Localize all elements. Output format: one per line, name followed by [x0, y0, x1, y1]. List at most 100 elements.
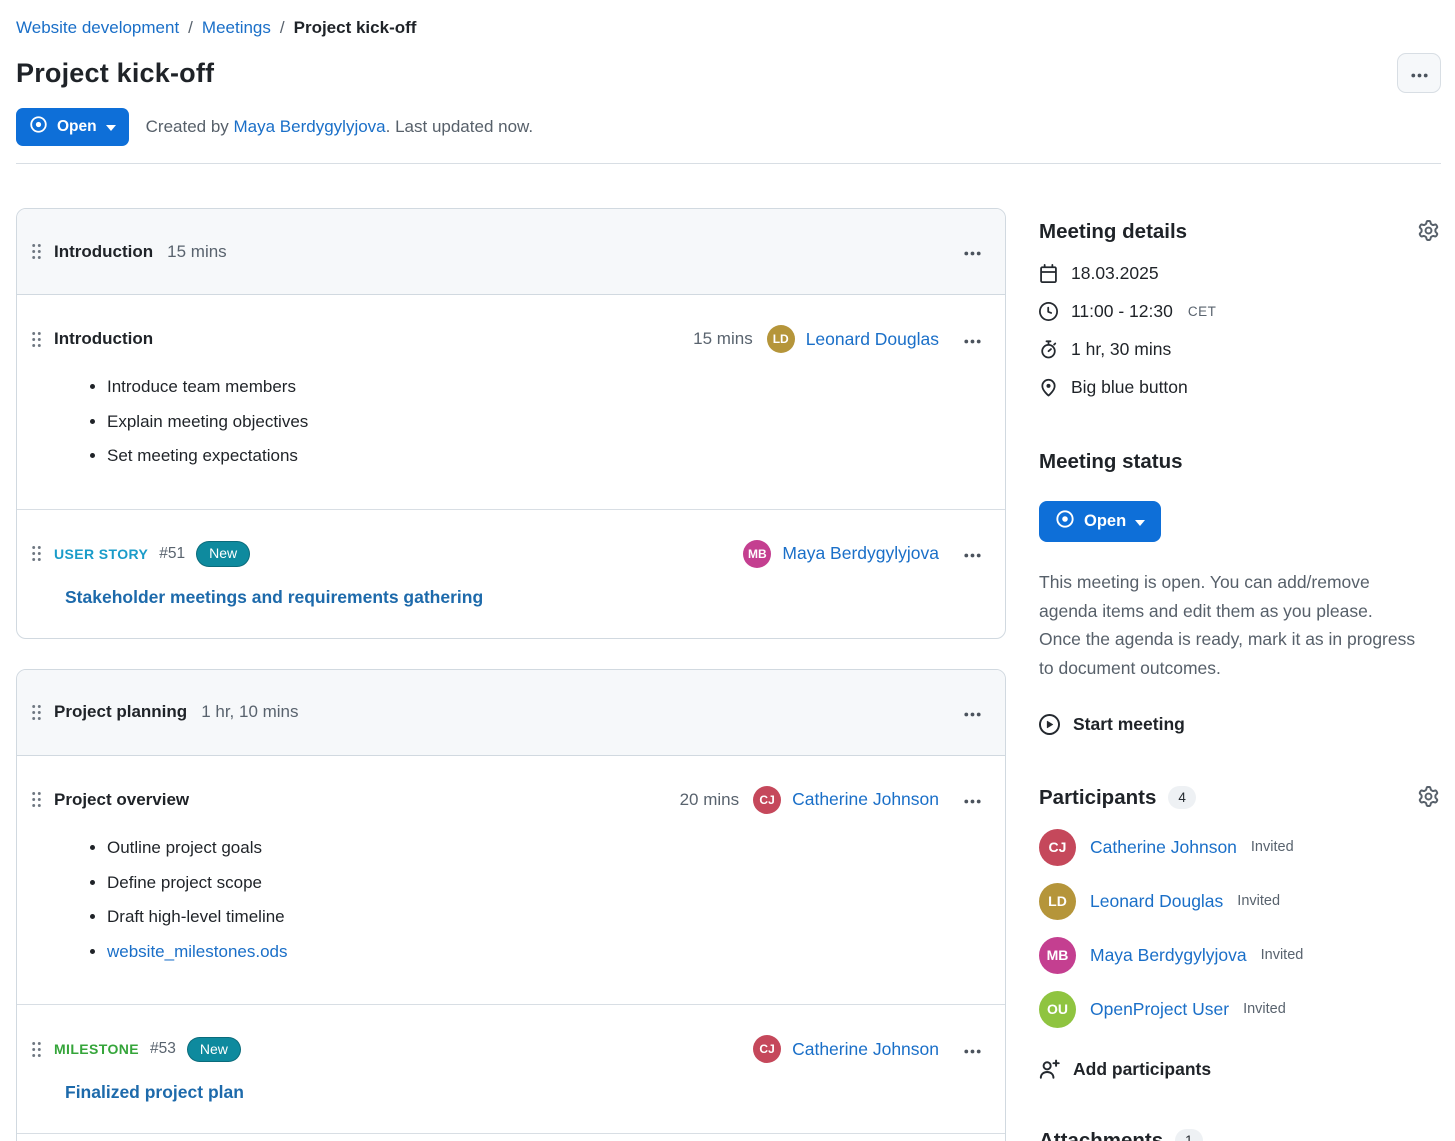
- status-badge: New: [187, 1037, 241, 1063]
- stopwatch-icon: [1039, 340, 1058, 359]
- sidebar-status-dropdown[interactable]: Open: [1039, 501, 1161, 542]
- drag-handle-icon[interactable]: [31, 704, 42, 721]
- meeting-details-section: Meeting details 18.03.2025 11:00 - 12:30…: [1039, 218, 1441, 398]
- agenda-section-more-button[interactable]: [958, 238, 987, 265]
- participant-status: Invited: [1243, 1001, 1286, 1017]
- presenter-link[interactable]: Leonard Douglas: [806, 329, 939, 350]
- participant-name-link[interactable]: Maya Berdygylyjova: [1090, 945, 1247, 966]
- work-package-id: #53: [150, 1040, 176, 1058]
- created-by-text: Created by: [146, 117, 234, 136]
- participant-row: LDLeonard DouglasInvited: [1039, 883, 1441, 920]
- agenda-section-duration: 1 hr, 10 mins: [201, 702, 298, 722]
- breadcrumb-link[interactable]: Meetings: [202, 18, 271, 38]
- participant-status: Invited: [1237, 893, 1280, 909]
- location-pin-icon: [1039, 378, 1058, 397]
- clock-icon: [1039, 302, 1058, 321]
- avatar: CJ: [753, 1035, 781, 1063]
- breadcrumb: Website development / Meetings / Project kic…: [16, 14, 1441, 38]
- avatar: LD: [767, 325, 795, 353]
- agenda-item: Introduction 15 mins LD Leonard Douglas Intr…: [17, 295, 1005, 510]
- header-divider: [16, 163, 1441, 164]
- drag-handle-icon[interactable]: [31, 243, 42, 260]
- breadcrumb-current: Project kick-off: [294, 18, 417, 38]
- work-package-link[interactable]: Finalized project plan: [65, 1082, 244, 1103]
- avatar: MB: [1039, 937, 1076, 974]
- add-participants-label: Add participants: [1073, 1059, 1211, 1080]
- agenda-item-duration: 15 mins: [693, 329, 753, 349]
- agenda-item-more-button[interactable]: [958, 1036, 987, 1063]
- note-line: Introduce team members: [107, 375, 987, 400]
- meeting-date: 18.03.2025: [1071, 263, 1159, 284]
- kebab-icon: [964, 1042, 981, 1057]
- meeting-page: Website development / Meetings / Project kic…: [0, 0, 1455, 1141]
- drag-handle-icon[interactable]: [31, 1041, 42, 1058]
- meeting-details-title: Meeting details: [1039, 220, 1187, 244]
- agenda-item-title: Introduction: [54, 329, 153, 349]
- kebab-icon: [964, 792, 981, 807]
- calendar-icon: [1039, 264, 1058, 283]
- start-meeting-button[interactable]: Start meeting: [1039, 714, 1441, 735]
- agenda-item: Project overview20 minsCJCatherine Johns…: [17, 756, 1005, 1006]
- agenda-section-header: Project planning 1 hr, 10 mins: [17, 670, 1005, 756]
- meeting-time: 11:00 - 12:30: [1071, 301, 1173, 322]
- work-package-link[interactable]: Stakeholder meetings and requirements ga…: [65, 587, 483, 608]
- page-title: Project kick-off: [16, 58, 214, 89]
- participant-name-link[interactable]: OpenProject User: [1090, 999, 1229, 1020]
- add-participants-button[interactable]: Add participants: [1039, 1059, 1441, 1080]
- updated-text: . Last updated now.: [386, 117, 533, 136]
- agenda-item-notes: Outline project goalsDefine project scop…: [31, 836, 987, 965]
- agenda-item: MILESTONE#60NewMBMaya BerdygylyjovaAppro…: [17, 1134, 1005, 1141]
- page-more-button[interactable]: [1397, 53, 1441, 93]
- note-line: website_milestones.ods: [107, 940, 987, 965]
- note-line: Draft high-level timeline: [107, 905, 987, 930]
- presenter-link[interactable]: Catherine Johnson: [792, 1039, 939, 1060]
- breadcrumb-link[interactable]: Website development: [16, 18, 179, 38]
- status-open-icon: [1055, 509, 1075, 534]
- drag-handle-icon[interactable]: [31, 545, 42, 562]
- work-package-type: MILESTONE: [54, 1041, 139, 1057]
- breadcrumb-separator: /: [280, 18, 285, 38]
- participants-settings-button[interactable]: [1416, 784, 1441, 812]
- chevron-down-icon: [1135, 512, 1145, 531]
- breadcrumb-separator: /: [188, 18, 193, 38]
- agenda-section-title: Introduction: [54, 242, 153, 262]
- attachments-title: Attachments: [1039, 1129, 1163, 1141]
- participant-name-link[interactable]: Catherine Johnson: [1090, 837, 1237, 858]
- agenda-item-more-button[interactable]: [958, 326, 987, 353]
- author-link[interactable]: Maya Berdygylyjova: [234, 117, 386, 136]
- drag-handle-icon[interactable]: [31, 331, 42, 348]
- presenter-link[interactable]: Catherine Johnson: [792, 789, 939, 810]
- agenda-section-duration: 15 mins: [167, 242, 227, 262]
- participant-status: Invited: [1251, 839, 1294, 855]
- agenda-section-header: Introduction 15 mins: [17, 209, 1005, 295]
- work-package-type: USER STORY: [54, 546, 148, 562]
- attachments-section: Attachments 1: [1039, 1129, 1441, 1141]
- presenter-link[interactable]: Maya Berdygylyjova: [782, 543, 939, 564]
- meeting-time-row: 11:00 - 12:30 CET: [1039, 301, 1441, 322]
- note-line: Set meeting expectations: [107, 444, 987, 469]
- avatar: MB: [743, 540, 771, 568]
- avatar: CJ: [753, 786, 781, 814]
- attachment-link[interactable]: website_milestones.ods: [107, 942, 287, 961]
- play-circle-icon: [1039, 714, 1060, 735]
- person-add-icon: [1039, 1059, 1060, 1080]
- meeting-status-title: Meeting status: [1039, 450, 1183, 474]
- meeting-details-settings-button[interactable]: [1416, 218, 1441, 246]
- avatar: OU: [1039, 991, 1076, 1028]
- agenda-item-more-button[interactable]: [958, 786, 987, 813]
- status-badge: New: [196, 541, 250, 567]
- meeting-status-dropdown[interactable]: Open: [16, 108, 129, 146]
- participant-name-link[interactable]: Leonard Douglas: [1090, 891, 1223, 912]
- agenda-section-title: Project planning: [54, 702, 187, 722]
- drag-handle-icon[interactable]: [31, 791, 42, 808]
- meeting-status-section: Meeting status Open This meeting is open…: [1039, 450, 1441, 735]
- agenda-list: Introduction 15 mins Introduction 15 mins LD…: [16, 208, 1006, 1141]
- avatar: CJ: [1039, 829, 1076, 866]
- chevron-down-icon: [106, 118, 116, 136]
- kebab-icon: [964, 705, 981, 720]
- kebab-icon: [1411, 66, 1428, 81]
- agenda-section-more-button[interactable]: [958, 699, 987, 726]
- meeting-duration-row: 1 hr, 30 mins: [1039, 339, 1441, 360]
- work-package-id: #51: [159, 545, 185, 563]
- agenda-item-more-button[interactable]: [958, 540, 987, 567]
